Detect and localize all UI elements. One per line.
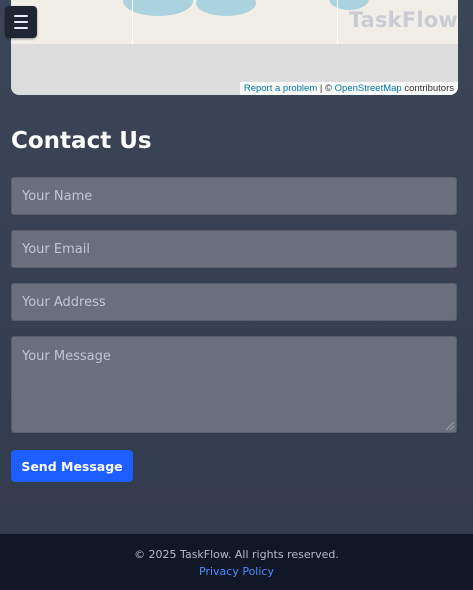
email-placeholder: Your Email (22, 241, 90, 257)
message-textarea[interactable]: Your Message (11, 336, 457, 433)
address-input[interactable]: Your Address (11, 283, 457, 321)
send-message-button[interactable]: Send Message (11, 450, 133, 482)
report-problem-link[interactable]: Report a problem (244, 83, 317, 94)
attribution-separator: | © (317, 83, 335, 94)
map-watermark: TaskFlow (348, 8, 458, 32)
map-water (123, 0, 193, 16)
footer: © 2025 TaskFlow. All rights reserved. Pr… (0, 534, 473, 590)
map-tile-border (132, 0, 133, 44)
privacy-policy-link[interactable]: Privacy Policy (0, 565, 473, 578)
map-water (196, 0, 256, 16)
map-tile-border (337, 0, 338, 44)
hamburger-menu-icon (14, 13, 28, 31)
resize-grip-icon[interactable] (446, 422, 454, 430)
name-placeholder: Your Name (22, 188, 93, 204)
contact-title: Contact Us (11, 128, 152, 154)
message-placeholder: Your Message (22, 349, 111, 364)
map-embed[interactable]: TaskFlow Report a problem | © OpenStreet… (11, 0, 458, 95)
attribution-suffix: contributors (401, 83, 454, 94)
copyright-text: © 2025 TaskFlow. All rights reserved. (134, 548, 339, 561)
openstreetmap-link[interactable]: OpenStreetMap (335, 83, 402, 94)
email-input[interactable]: Your Email (11, 230, 457, 268)
address-placeholder: Your Address (22, 294, 106, 310)
map-attribution: Report a problem | © OpenStreetMap contr… (239, 82, 458, 95)
menu-toggle-button[interactable] (5, 6, 37, 38)
map-tiles: TaskFlow (11, 0, 458, 44)
name-input[interactable]: Your Name (11, 177, 457, 215)
